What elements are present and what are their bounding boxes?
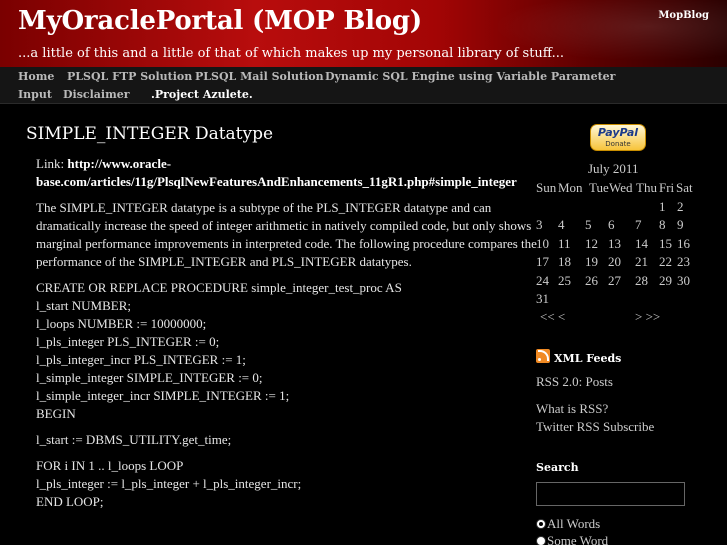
site-header: MyOraclePortal (MOP Blog) ...a little of… xyxy=(0,0,727,67)
calendar-weekday: Mon xyxy=(558,180,583,195)
paypal-donate-label: Donate xyxy=(605,140,631,148)
code-line: CREATE OR REPLACE PROCEDURE simple_integ… xyxy=(36,280,402,295)
calendar-day: 17 xyxy=(536,254,549,269)
calendar-day: 16 xyxy=(677,235,690,251)
post-intro: The SIMPLE_INTEGER datatype is a subtype… xyxy=(36,200,537,269)
nav-item-dynamic-sql[interactable]: Dynamic SQL Engine using Variable Parame… xyxy=(325,70,615,83)
main-nav: Home PLSQL FTP Solution PLSQL Mail Solut… xyxy=(0,67,727,104)
calendar-day: 14 xyxy=(635,235,648,251)
calendar-weekday: Wed xyxy=(609,180,633,195)
calendar-day: 9 xyxy=(677,217,684,232)
calendar-day: 1 xyxy=(659,198,666,214)
nav-item-project-azulete[interactable]: .Project Azulete. xyxy=(151,88,253,101)
post-title[interactable]: SIMPLE_INTEGER Datatype xyxy=(26,124,273,144)
rss-posts-link[interactable]: RSS 2.0: Posts xyxy=(536,374,613,390)
calendar-day: 10 xyxy=(536,235,549,251)
radio-some-word[interactable] xyxy=(536,536,546,545)
calendar-weekday: Fri xyxy=(659,180,675,195)
what-is-rss-link[interactable]: What is RSS? xyxy=(536,401,608,417)
search-option-all-label: All Words xyxy=(547,516,601,531)
calendar-day: 29 xyxy=(659,272,672,288)
nav-item-plsql-ftp[interactable]: PLSQL FTP Solution xyxy=(67,70,192,83)
paypal-logo-text: PayPal xyxy=(597,126,639,139)
code-line: l_pls_integer PLS_INTEGER := 0; xyxy=(36,334,220,349)
mopblog-link[interactable]: MopBlog xyxy=(658,10,709,21)
code-line: l_loops NUMBER := 10000000; xyxy=(36,316,207,331)
calendar-weekday: Thu xyxy=(636,180,657,195)
post-link-part-1[interactable]: http://www.oracle- xyxy=(67,156,171,171)
post-link-prefix: Link: xyxy=(36,156,68,171)
code-line: l_simple_integer SIMPLE_INTEGER := 0; xyxy=(36,370,263,385)
search-option-some[interactable]: Some Word xyxy=(536,533,608,545)
calendar-day: 2 xyxy=(677,198,684,214)
code-line: l_pls_integer_incr PLS_INTEGER := 1; xyxy=(36,352,246,367)
paypal-donate-button[interactable]: PayPal Donate xyxy=(590,124,646,151)
nav-item-plsql-mail[interactable]: PLSQL Mail Solution xyxy=(195,70,324,83)
search-input[interactable] xyxy=(536,482,685,506)
calendar-day: 13 xyxy=(608,235,621,251)
calendar-day: 24 xyxy=(536,272,549,288)
calendar-day: 22 xyxy=(659,254,672,269)
rss-icon[interactable] xyxy=(536,349,550,363)
calendar-day: 23 xyxy=(677,254,690,269)
search-option-some-label: Some Word xyxy=(547,533,609,545)
code-line: l_simple_integer_incr SIMPLE_INTEGER := … xyxy=(36,388,290,403)
code-line: l_start := DBMS_UTILITY.get_time; xyxy=(36,432,232,447)
calendar-day: 4 xyxy=(558,217,565,232)
calendar-day: 20 xyxy=(608,254,621,269)
radio-all-words[interactable] xyxy=(536,519,546,529)
code-line: FOR i IN 1 .. l_loops LOOP xyxy=(36,458,184,473)
calendar-day: 21 xyxy=(635,254,648,269)
calendar-day: 18 xyxy=(558,254,571,269)
calendar-day: 3 xyxy=(536,217,543,232)
site-tagline: ...a little of this and a little of that… xyxy=(18,46,564,61)
xml-feeds-heading: XML Feeds xyxy=(554,352,622,365)
nav-item-input[interactable]: Input xyxy=(18,88,52,101)
code-line: END LOOP; xyxy=(36,494,104,509)
calendar-weekday: Sun xyxy=(536,180,557,195)
search-heading: Search xyxy=(536,461,579,474)
post-body: Link: http://www.oracle- base.com/articl… xyxy=(36,155,546,519)
calendar-day: 12 xyxy=(585,235,598,251)
calendar-day: 5 xyxy=(585,217,592,232)
nav-item-home[interactable]: Home xyxy=(18,70,54,83)
calendar-day: 19 xyxy=(585,254,598,269)
calendar-weekday: Tue xyxy=(589,180,609,195)
calendar-caption: July 2011 xyxy=(588,161,639,176)
calendar-day: 15 xyxy=(659,235,672,251)
twitter-rss-link[interactable]: Twitter RSS Subscribe xyxy=(536,419,654,435)
post-link-part-2[interactable]: base.com/articles/11g/PlsqlNewFeaturesAn… xyxy=(36,174,517,189)
calendar-day: 11 xyxy=(558,235,571,251)
nav-item-disclaimer[interactable]: Disclaimer xyxy=(63,88,130,101)
calendar-day: 30 xyxy=(677,272,690,288)
calendar-day: 8 xyxy=(659,217,666,232)
calendar-day: 31 xyxy=(536,291,549,306)
code-line: l_pls_integer := l_pls_integer + l_pls_i… xyxy=(36,476,302,491)
calendar-day: 6 xyxy=(608,217,615,232)
calendar-weekday: Sat xyxy=(676,180,693,195)
site-title[interactable]: MyOraclePortal (MOP Blog) xyxy=(18,6,422,36)
calendar-day: 28 xyxy=(635,272,648,288)
calendar-day: 26 xyxy=(585,272,598,288)
search-option-all[interactable]: All Words xyxy=(536,516,600,532)
code-line: BEGIN xyxy=(36,406,76,421)
calendar-day: 7 xyxy=(635,217,642,232)
calendar-next-month[interactable]: > >> xyxy=(635,309,660,325)
calendar-day: 25 xyxy=(558,272,571,288)
code-line: l_start NUMBER; xyxy=(36,298,131,313)
calendar-prev-month[interactable]: << < xyxy=(540,309,565,325)
calendar-day: 27 xyxy=(608,272,621,288)
